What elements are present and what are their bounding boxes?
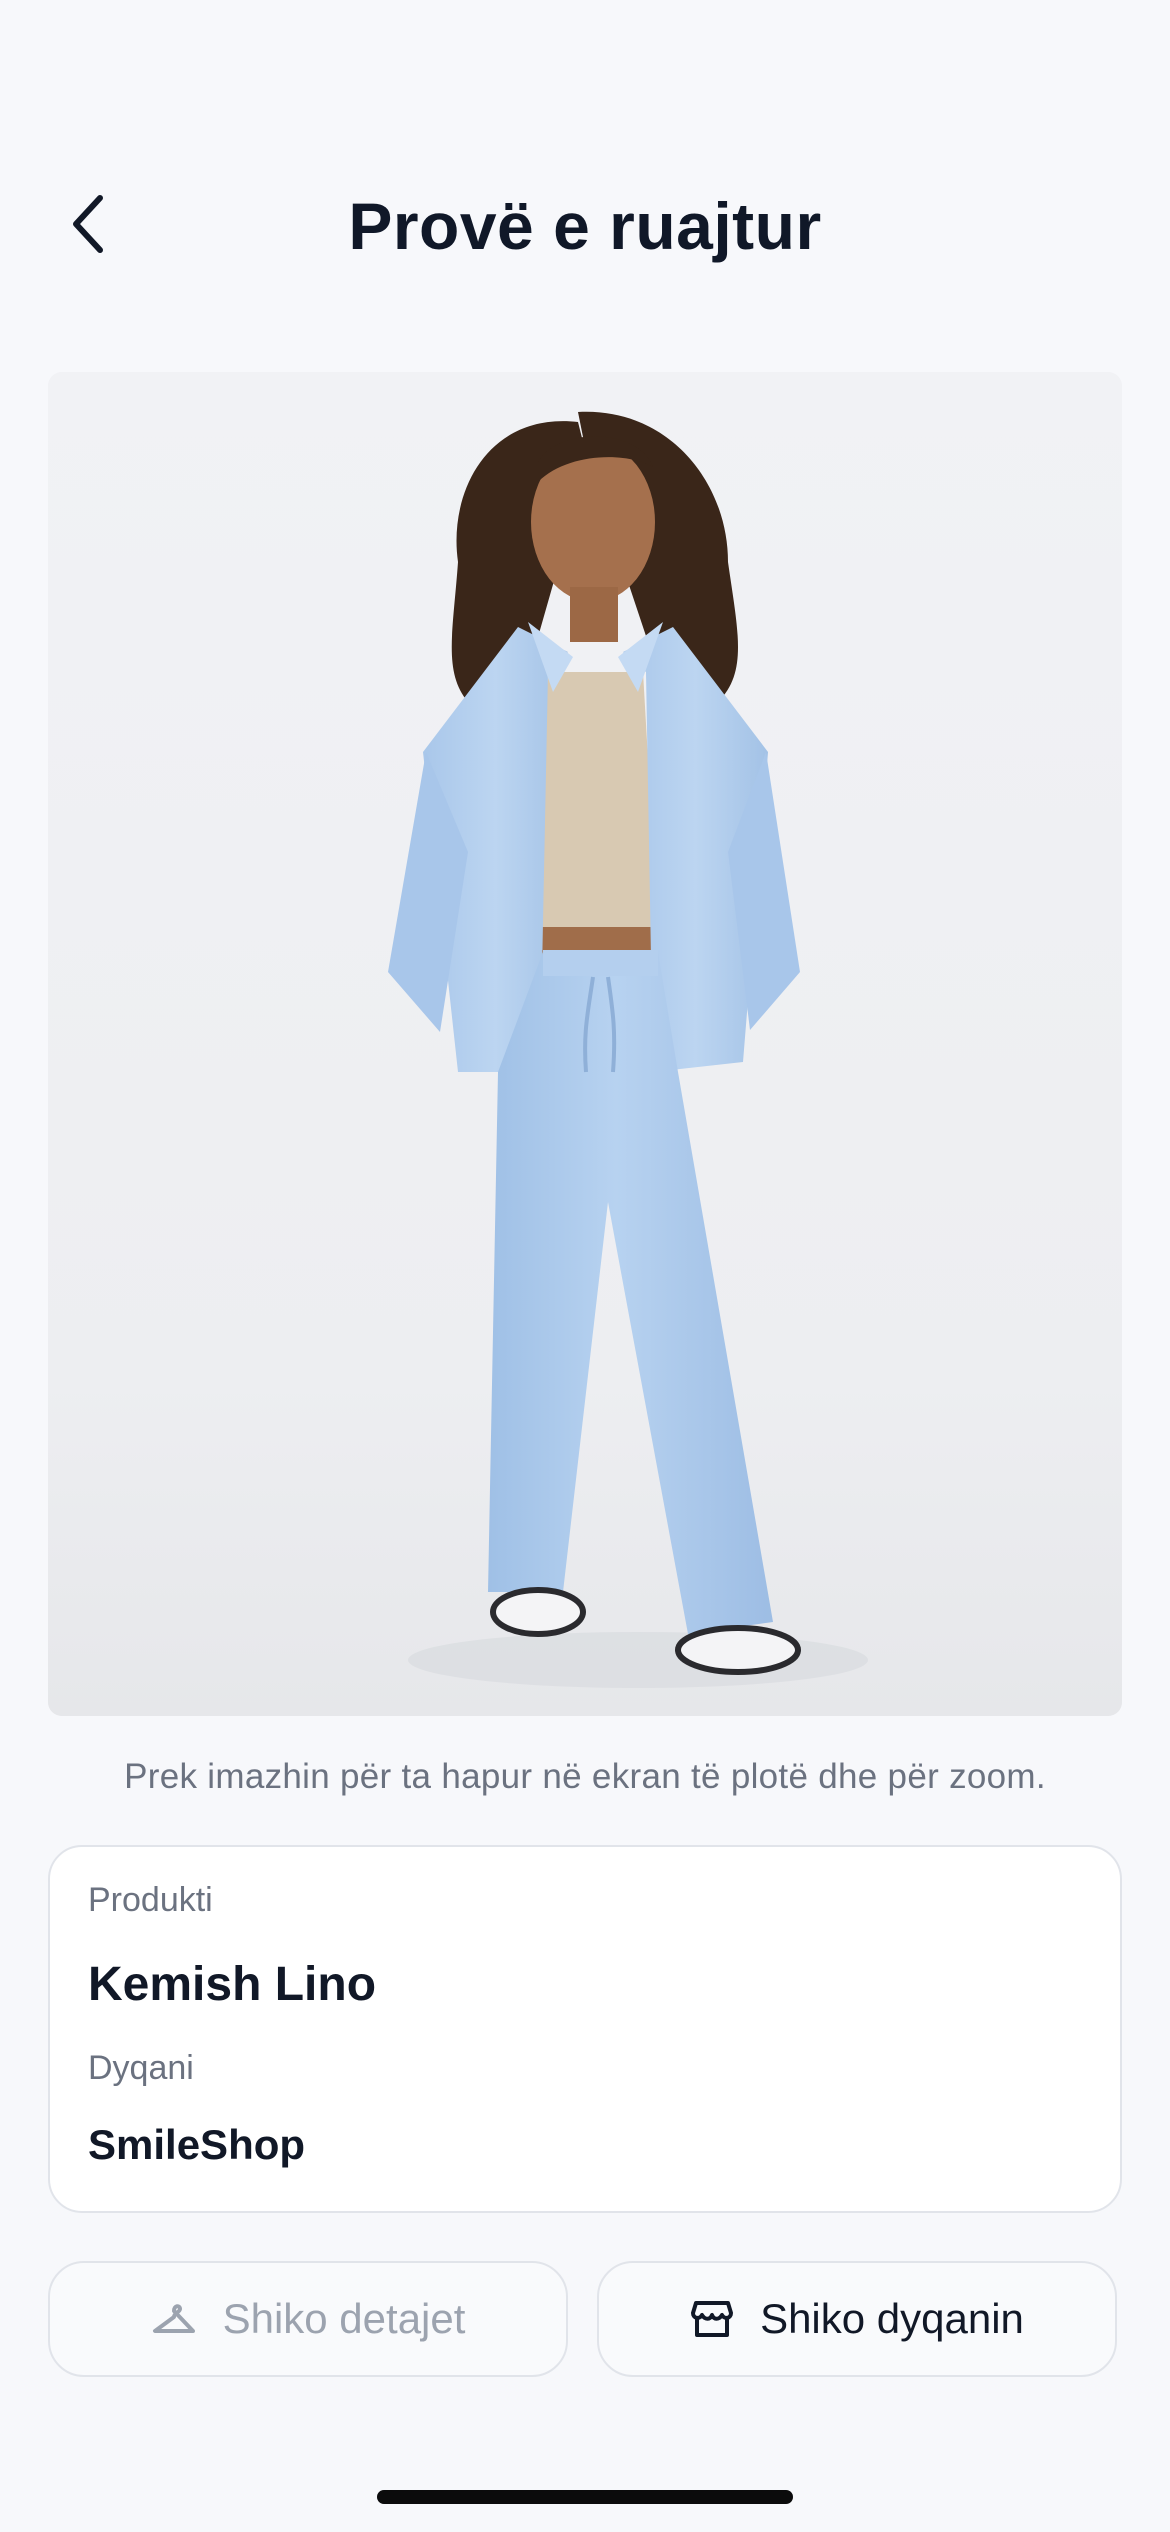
- product-name: Kemish Lino: [88, 1958, 377, 2011]
- shop-name: SmileShop: [88, 2121, 306, 2168]
- view-shop-label: Shiko dyqanin: [760, 2295, 1024, 2342]
- view-details-label: Shiko detajet: [222, 2295, 466, 2342]
- top-bar: Provë e ruajtur: [0, 170, 1170, 280]
- view-details-button[interactable]: Shiko detajet: [48, 2261, 568, 2377]
- home-indicator: [377, 2490, 793, 2504]
- page-title: Provë e ruajtur: [348, 189, 822, 263]
- product-label: Produkti: [88, 1881, 213, 1919]
- zoom-hint: Prek imazhin për ta hapur në ekran të pl…: [124, 1757, 1046, 1796]
- try-on-image[interactable]: [48, 372, 1122, 1716]
- product-info-card: Produkti Kemish Lino Dyqani SmileShop: [48, 1845, 1122, 2213]
- storefront-icon: [690, 2299, 734, 2339]
- shop-label: Dyqani: [88, 2049, 194, 2087]
- hanger-icon: [151, 2299, 197, 2339]
- view-shop-button[interactable]: Shiko dyqanin: [597, 2261, 1117, 2377]
